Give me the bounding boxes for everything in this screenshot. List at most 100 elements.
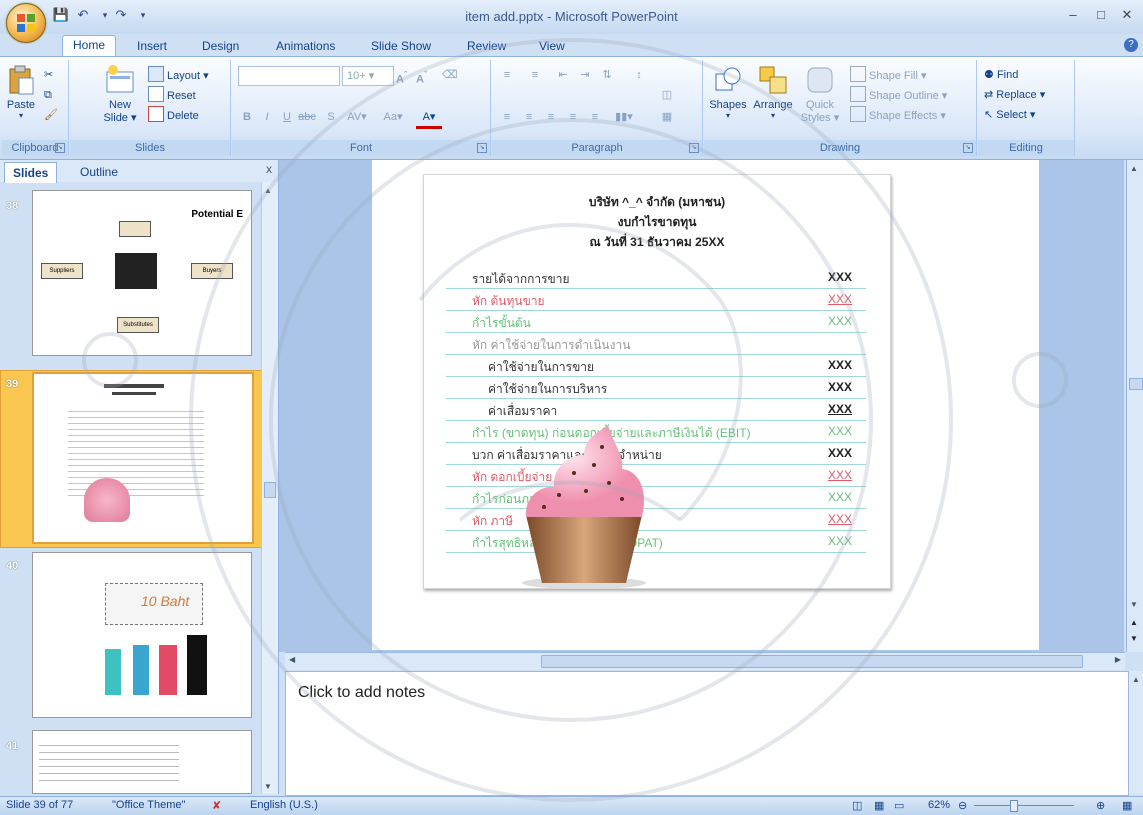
scroll-up-icon[interactable]: ▲: [264, 186, 274, 195]
drawing-launcher-icon[interactable]: ↘: [963, 143, 973, 153]
quick-styles-button[interactable]: Quick Styles ▾: [800, 64, 840, 124]
zoom-in-icon[interactable]: ⊕: [1096, 799, 1105, 812]
shadow-icon[interactable]: S: [322, 108, 340, 126]
scroll-thumb[interactable]: [264, 482, 276, 498]
char-spacing-icon[interactable]: AV▾: [342, 108, 372, 126]
bullets-icon[interactable]: ≡: [498, 66, 516, 84]
slide-thumbnail-41[interactable]: [32, 730, 252, 794]
tab-insert[interactable]: Insert: [137, 37, 167, 55]
arrange-button[interactable]: Arrange ▾: [750, 64, 796, 120]
scroll-down-icon[interactable]: ▼: [264, 782, 274, 791]
notes-placeholder[interactable]: Click to add notes: [298, 684, 425, 702]
clear-formatting-icon[interactable]: ⌫: [442, 66, 458, 84]
slide-show-icon[interactable]: ▭: [894, 799, 904, 812]
tab-review[interactable]: Review: [467, 37, 506, 55]
clipboard-launcher-icon[interactable]: ↘: [55, 143, 65, 153]
normal-view-icon[interactable]: ◫: [852, 799, 862, 812]
slide-horizontal-scrollbar[interactable]: ◀ ▶: [285, 652, 1125, 670]
zoom-level[interactable]: 62%: [928, 799, 950, 811]
distribute-icon[interactable]: ≡: [586, 108, 604, 126]
statement-row: ค่าใช้จ่ายในการขาย XXX: [446, 355, 866, 377]
new-slide-button[interactable]: New Slide ▾: [100, 64, 140, 124]
font-launcher-icon[interactable]: ↘: [477, 143, 487, 153]
scroll-up-icon[interactable]: ▲: [1132, 675, 1140, 684]
align-left-icon[interactable]: ≡: [498, 108, 516, 126]
next-slide-icon[interactable]: ▼: [1130, 634, 1138, 643]
decrease-indent-icon[interactable]: ⇤: [554, 66, 572, 84]
replace-button[interactable]: ⇄ Replace ▾: [984, 86, 1045, 104]
shape-effects-button[interactable]: Shape Effects ▾: [850, 106, 946, 124]
notes-pane[interactable]: Click to add notes: [285, 671, 1129, 796]
italic-icon[interactable]: I: [258, 108, 276, 126]
tab-view[interactable]: View: [539, 37, 565, 55]
tab-animations[interactable]: Animations: [276, 37, 335, 55]
help-icon[interactable]: ?: [1124, 38, 1138, 52]
slide-thumbnail-40[interactable]: 10 Baht: [32, 552, 252, 718]
font-size-box[interactable]: 10+ ▾: [342, 66, 394, 86]
income-statement-frame[interactable]: บริษัท ^_^ จำกัด (มหาชน) งบกำไรขาดทุน ณ …: [423, 174, 891, 589]
justify-icon[interactable]: ≡: [564, 108, 582, 126]
smartart-icon[interactable]: ▦: [658, 108, 676, 126]
tab-slide-show[interactable]: Slide Show: [371, 37, 431, 55]
zoom-out-icon[interactable]: ⊖: [958, 799, 967, 812]
strikethrough-icon[interactable]: abc: [298, 108, 316, 126]
reset-button[interactable]: Reset: [148, 86, 196, 104]
numbering-icon[interactable]: ≡: [526, 66, 544, 84]
increase-indent-icon[interactable]: ⇥: [576, 66, 594, 84]
previous-slide-icon[interactable]: ▲: [1130, 618, 1138, 627]
paragraph-launcher-icon[interactable]: ↘: [689, 143, 699, 153]
close-pane-icon[interactable]: x: [266, 162, 272, 176]
cut-icon[interactable]: ✂: [44, 66, 53, 84]
fit-to-window-icon[interactable]: ▦: [1122, 799, 1132, 812]
slide-thumbnail-38[interactable]: Potential E Suppliers Buyers Substitutes: [32, 190, 252, 356]
tab-design[interactable]: Design: [202, 37, 239, 55]
slide-thumbnail-39[interactable]: [32, 372, 254, 544]
office-button[interactable]: [6, 3, 46, 43]
format-painter-icon[interactable]: 🖌: [44, 106, 58, 124]
tab-outline[interactable]: Outline: [74, 162, 124, 182]
scroll-up-icon[interactable]: ▲: [1130, 164, 1138, 173]
statement-row-value: XXX: [828, 358, 853, 372]
align-center-icon[interactable]: ≡: [520, 108, 538, 126]
layout-button[interactable]: Layout ▾: [148, 66, 209, 84]
close-button[interactable]: ✕: [1116, 6, 1138, 24]
font-name-box[interactable]: [238, 66, 340, 86]
bold-icon[interactable]: B: [238, 108, 256, 126]
align-text-icon[interactable]: ◫: [658, 86, 676, 104]
slide-vertical-scrollbar[interactable]: ▲ ▼ ▲ ▼: [1126, 160, 1143, 652]
zoom-slider-thumb[interactable]: [1010, 800, 1018, 812]
slides-pane-scrollbar[interactable]: ▲ ▼: [261, 182, 278, 794]
shrink-font-icon[interactable]: Aˇ: [416, 66, 427, 86]
scroll-left-icon[interactable]: ◀: [289, 655, 295, 664]
tab-home[interactable]: Home: [62, 35, 117, 57]
maximize-button[interactable]: □: [1090, 6, 1112, 24]
scroll-right-icon[interactable]: ▶: [1115, 655, 1121, 664]
slide-sorter-icon[interactable]: ▦: [874, 799, 884, 812]
font-color-icon[interactable]: A▾: [416, 108, 442, 129]
shape-fill-button[interactable]: Shape Fill ▾: [850, 66, 927, 84]
grow-font-icon[interactable]: Aˆ: [396, 66, 407, 86]
scroll-thumb[interactable]: [541, 655, 1083, 668]
spellcheck-icon[interactable]: ✘: [212, 799, 221, 812]
copy-icon[interactable]: ⧉: [44, 86, 52, 104]
columns-icon[interactable]: ▮▮▾: [610, 108, 638, 126]
align-right-icon[interactable]: ≡: [542, 108, 560, 126]
scroll-thumb[interactable]: [1129, 378, 1143, 390]
text-direction-icon[interactable]: ↕: [630, 66, 648, 84]
language-indicator[interactable]: English (U.S.): [250, 799, 318, 811]
zoom-slider-track[interactable]: [974, 805, 1074, 806]
minimize-button[interactable]: –: [1062, 6, 1084, 24]
line-spacing-icon[interactable]: ⇅: [598, 66, 616, 84]
find-button[interactable]: ⚉ Find: [984, 66, 1018, 84]
underline-icon[interactable]: U: [278, 108, 296, 126]
scroll-down-icon[interactable]: ▼: [1130, 600, 1138, 609]
shapes-button[interactable]: Shapes ▾: [708, 64, 748, 120]
shape-outline-button[interactable]: Shape Outline ▾: [850, 86, 947, 104]
delete-button[interactable]: Delete: [148, 106, 199, 124]
notes-scrollbar[interactable]: ▲: [1128, 671, 1143, 794]
theme-name[interactable]: "Office Theme": [112, 799, 185, 811]
tab-slides[interactable]: Slides: [4, 162, 58, 183]
select-button[interactable]: ↖ Select ▾: [984, 106, 1035, 124]
paste-button[interactable]: Paste ▾: [4, 64, 38, 120]
change-case-icon[interactable]: Aa▾: [378, 108, 408, 126]
